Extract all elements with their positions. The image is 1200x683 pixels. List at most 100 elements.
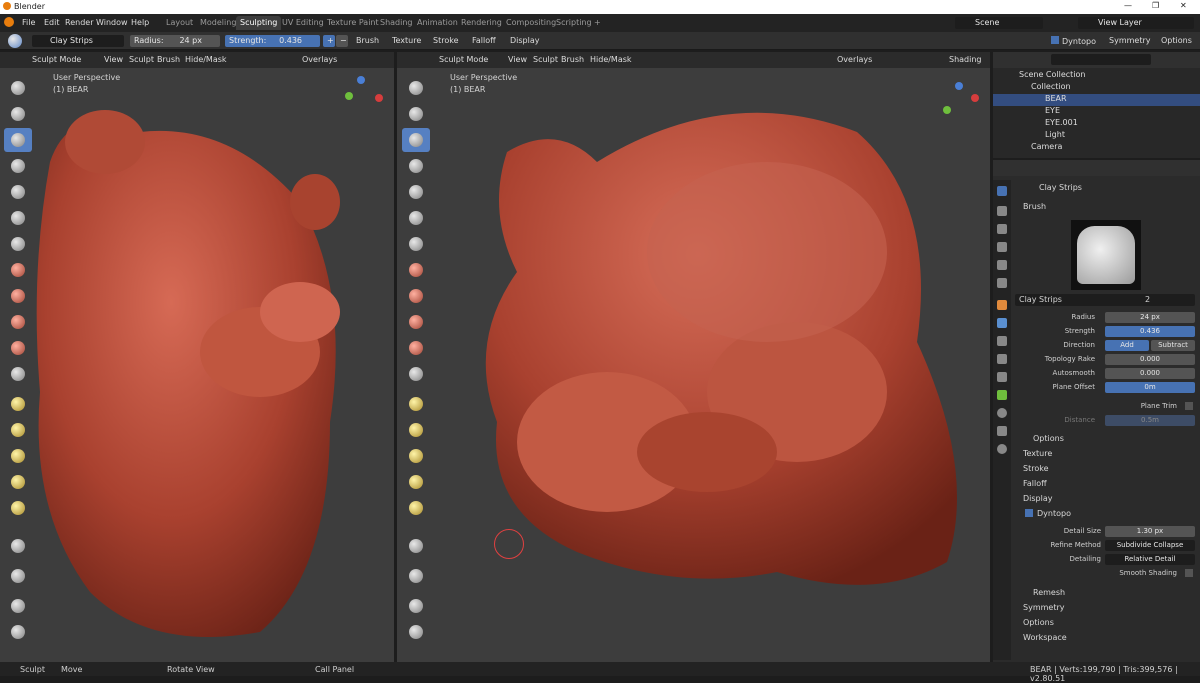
display-menu[interactable]: Display [507,35,543,47]
tool-simplify[interactable] [4,534,32,558]
shading-button[interactable]: Shading [949,55,982,64]
brush-datablock[interactable]: Clay Strips 2 [1015,294,1195,306]
tab-sculpting[interactable]: Sculpting [236,16,282,30]
tool-clay-2[interactable] [402,154,430,178]
dyntopo-checkbox[interactable] [1051,36,1059,44]
tool-flatten-2[interactable] [402,310,430,334]
tool-clay-strips-2[interactable] [402,128,430,152]
direction-add-button[interactable]: Add [1105,340,1149,351]
outliner-row-light[interactable]: Light [993,130,1200,142]
outliner-row-camera[interactable]: Camera [993,142,1200,154]
outliner-search-input[interactable] [1051,54,1151,65]
brush-menu-2[interactable]: Brush [561,55,584,64]
dyntopo-toggle[interactable]: Dyntopo [1048,35,1099,47]
tab-texture-paint[interactable]: Texture Paint [323,16,383,30]
smooth-shading-checkbox[interactable] [1185,569,1193,577]
tool-mask[interactable] [4,564,32,588]
tool-mask-2[interactable] [402,564,430,588]
view-layer-selector[interactable]: View Layer [1078,17,1194,29]
tool-thumb-2[interactable] [402,470,430,494]
tool-grab[interactable] [4,418,32,442]
clay-strips-brush-icon[interactable] [8,34,22,48]
gizmo-z-axis[interactable] [357,76,365,84]
tool-smooth[interactable] [4,284,32,308]
maximize-button[interactable]: ❐ [1152,1,1159,10]
tab-shading[interactable]: Shading [376,16,417,30]
plane-trim-checkbox[interactable] [1185,402,1193,410]
gizmo-y-axis-2[interactable] [943,106,951,114]
tool-nudge[interactable] [4,496,32,520]
outliner-row-eye[interactable]: EYE [993,106,1200,118]
physics-tab-icon[interactable] [997,354,1007,364]
scene-tab-icon[interactable] [997,260,1007,270]
tool-box-hide[interactable] [4,594,32,618]
menu-edit[interactable]: Edit [44,18,60,27]
menu-help[interactable]: Help [131,18,149,27]
tool-clay[interactable] [4,154,32,178]
overlays-button-2[interactable]: Overlays [837,55,872,64]
object-tab-icon[interactable] [997,300,1007,310]
material-tab-icon[interactable] [997,408,1007,418]
falloff-menu[interactable]: Falloff [469,35,499,47]
tool-nudge-2[interactable] [402,496,430,520]
tool-simplify-2[interactable] [402,534,430,558]
tool-fill[interactable] [4,336,32,360]
tool-pinch[interactable] [4,392,32,416]
close-button[interactable]: ✕ [1180,1,1187,10]
minimize-button[interactable]: — [1124,1,1132,10]
options-subpanel[interactable]: Options [1033,434,1064,443]
modifier-tab-icon[interactable] [997,318,1007,328]
sculpt-menu[interactable]: Sculpt [129,55,154,64]
detail-size-field[interactable]: 1.30 px [1105,526,1195,537]
subtract-direction-icon[interactable]: − [336,35,348,47]
outliner-row-collection[interactable]: Collection [993,82,1200,94]
tool-layer-2[interactable] [402,180,430,204]
tool-grab-2[interactable] [402,418,430,442]
tool-box-mask-2[interactable] [402,620,430,644]
stroke-menu[interactable]: Stroke [430,35,462,47]
remesh-subpanel[interactable]: Remesh [1033,588,1065,597]
hide-mask-menu-2[interactable]: Hide/Mask [590,55,632,64]
plane-offset-field[interactable]: 0m [1105,382,1195,393]
symmetry-menu[interactable]: Symmetry [1106,35,1153,47]
add-direction-icon[interactable]: + [323,35,335,47]
symmetry-panel[interactable]: Symmetry [1023,603,1064,612]
outliner-row-scene-collection[interactable]: Scene Collection [993,70,1200,82]
menu-window[interactable]: Window [96,18,128,27]
add-workspace-button[interactable]: + [590,16,605,30]
tool-thumb[interactable] [4,470,32,494]
gizmo-x-axis[interactable] [375,94,383,102]
view-layer-tab-icon[interactable] [997,242,1007,252]
mode-selector-2[interactable]: Sculpt Mode [439,55,488,64]
tool-snake-hook-2[interactable] [402,444,430,468]
tool-draw[interactable] [4,76,32,100]
dyntopo-panel-checkbox[interactable] [1025,509,1033,517]
workspace-panel[interactable]: Workspace [1023,633,1067,642]
tool-scrape-2[interactable] [402,362,430,386]
refine-method-dropdown[interactable]: Subdivide Collapse [1105,540,1195,551]
tool-pinch-2[interactable] [402,392,430,416]
menu-render[interactable]: Render [65,18,93,27]
radius-prop-field[interactable]: 24 px [1105,312,1195,323]
overlays-button[interactable]: Overlays [302,55,337,64]
tool-tab-icon[interactable] [997,186,1007,196]
stroke-panel[interactable]: Stroke [1023,464,1049,473]
brush-menu[interactable]: Brush [353,35,382,47]
tab-uv-editing[interactable]: UV Editing [278,16,328,30]
tool-layer[interactable] [4,180,32,204]
view-menu[interactable]: View [104,55,123,64]
tab-layout[interactable]: Layout [162,16,197,30]
options-panel[interactable]: Options [1023,618,1054,627]
distance-field[interactable]: 0.5m [1105,415,1195,426]
output-tab-icon[interactable] [997,224,1007,234]
tool-smooth-2[interactable] [402,284,430,308]
particles-tab-icon[interactable] [997,336,1007,346]
tool-fill-2[interactable] [402,336,430,360]
brush-selector[interactable]: Clay Strips [32,35,124,47]
tool-draw-sharp-2[interactable] [402,102,430,126]
tool-clay-strips[interactable] [4,128,32,152]
mode-selector[interactable]: Sculpt Mode [32,55,81,64]
outliner-row-eye-001[interactable]: EYE.001 [993,118,1200,130]
viewport-right[interactable]: Sculpt Mode View Sculpt Brush Hide/Mask … [397,52,990,662]
radius-field[interactable]: Radius: 24 px [130,35,220,47]
